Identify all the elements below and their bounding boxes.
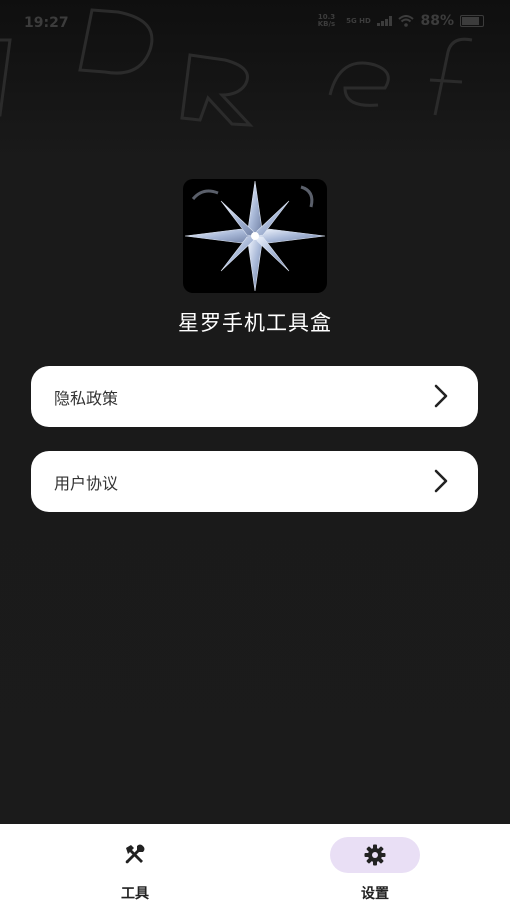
app-name: 星罗手机工具盒 <box>178 311 332 335</box>
tab-tools[interactable]: 工具 <box>65 824 205 906</box>
network-speed: 10.3 KB/s <box>317 13 336 28</box>
settings-screen: 19:27 10.3 KB/s 5G HD 88% 星罗手机工具盒 隐私政策 用… <box>0 0 510 906</box>
network-type: 5G HD <box>346 16 371 25</box>
battery-icon <box>460 15 484 27</box>
app-logo <box>183 179 327 293</box>
tab-settings-label: 设置 <box>361 886 389 902</box>
compass-star-icon <box>184 180 326 292</box>
tab-tools-label: 工具 <box>121 886 149 902</box>
battery-percent: 88% <box>420 13 454 29</box>
tools-icon <box>125 844 145 864</box>
user-agreement-label: 用户协议 <box>54 474 119 493</box>
privacy-policy-label: 隐私政策 <box>54 389 119 408</box>
status-time: 19:27 <box>24 15 69 31</box>
chevron-right-icon <box>434 469 448 493</box>
wifi-icon <box>398 15 415 27</box>
selected-tab-indicator <box>330 837 420 873</box>
tab-settings[interactable]: 设置 <box>305 824 445 906</box>
user-agreement-item[interactable]: 用户协议 <box>31 451 478 512</box>
bottom-tab-bar: 工具 设置 <box>0 824 510 906</box>
signal-icon <box>377 16 393 26</box>
chevron-right-icon <box>434 384 448 408</box>
privacy-policy-item[interactable]: 隐私政策 <box>31 366 478 427</box>
gear-icon <box>364 844 386 866</box>
status-bar: 19:27 10.3 KB/s 5G HD 88% <box>0 0 510 44</box>
